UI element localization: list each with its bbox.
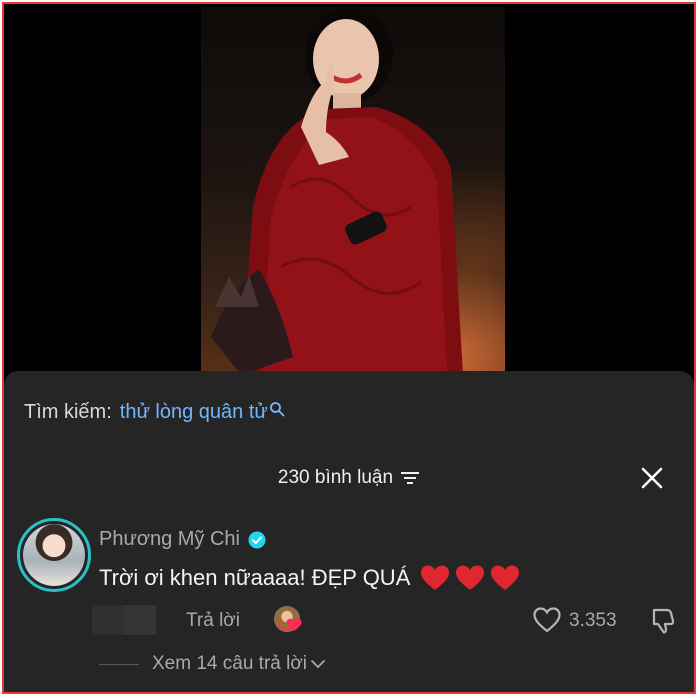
heart-icon <box>286 618 302 631</box>
like-icon[interactable] <box>532 606 562 634</box>
comment-author[interactable]: Phương Mỹ Chi <box>99 528 266 551</box>
creator-liked-badge <box>274 606 306 636</box>
comments-sheet: Tìm kiếm: thử lòng quân tử 230 bình luận… <box>4 371 694 692</box>
heart-icon <box>421 565 450 590</box>
heart-icon <box>491 565 520 590</box>
comment-actions: Trả lời 3.353 <box>92 603 692 639</box>
comment-emojis <box>420 564 520 592</box>
comments-count: 230 bình luận <box>277 467 394 488</box>
search-suggestion[interactable]: Tìm kiếm: thử lòng quân tử <box>24 401 285 424</box>
timestamp-redacted <box>92 605 156 635</box>
search-query-link[interactable]: thử lòng quân tử <box>120 401 268 424</box>
commenter-avatar[interactable] <box>17 518 91 592</box>
like-count: 3.353 <box>569 610 617 631</box>
filter-icon[interactable] <box>400 470 420 486</box>
comments-count-header: 230 bình luận <box>4 467 694 489</box>
divider <box>99 663 139 665</box>
search-label: Tìm kiếm: <box>24 401 112 423</box>
dislike-icon[interactable] <box>648 606 678 636</box>
video-frame-image <box>211 7 463 375</box>
chevron-down-icon <box>311 660 325 669</box>
search-icon[interactable] <box>269 401 285 417</box>
heart-icon <box>456 565 485 590</box>
reply-button[interactable]: Trả lời <box>186 610 240 632</box>
close-icon[interactable] <box>640 466 664 490</box>
comment-body: Trời ơi khen nữaaaa! ĐẸP QUÁ <box>99 564 520 592</box>
video-player[interactable] <box>201 7 505 375</box>
avatar <box>23 524 85 586</box>
view-replies-label[interactable]: Xem 14 câu trả lời <box>152 653 307 675</box>
username[interactable]: Phương Mỹ Chi <box>99 528 240 551</box>
comment-text: Trời ơi khen nữaaaa! ĐẸP QUÁ <box>99 565 411 590</box>
screenshot-frame: Tìm kiếm: thử lòng quân tử 230 bình luận… <box>2 2 696 694</box>
verified-icon <box>248 531 266 548</box>
view-replies-button[interactable]: Xem 14 câu trả lời <box>99 653 326 675</box>
